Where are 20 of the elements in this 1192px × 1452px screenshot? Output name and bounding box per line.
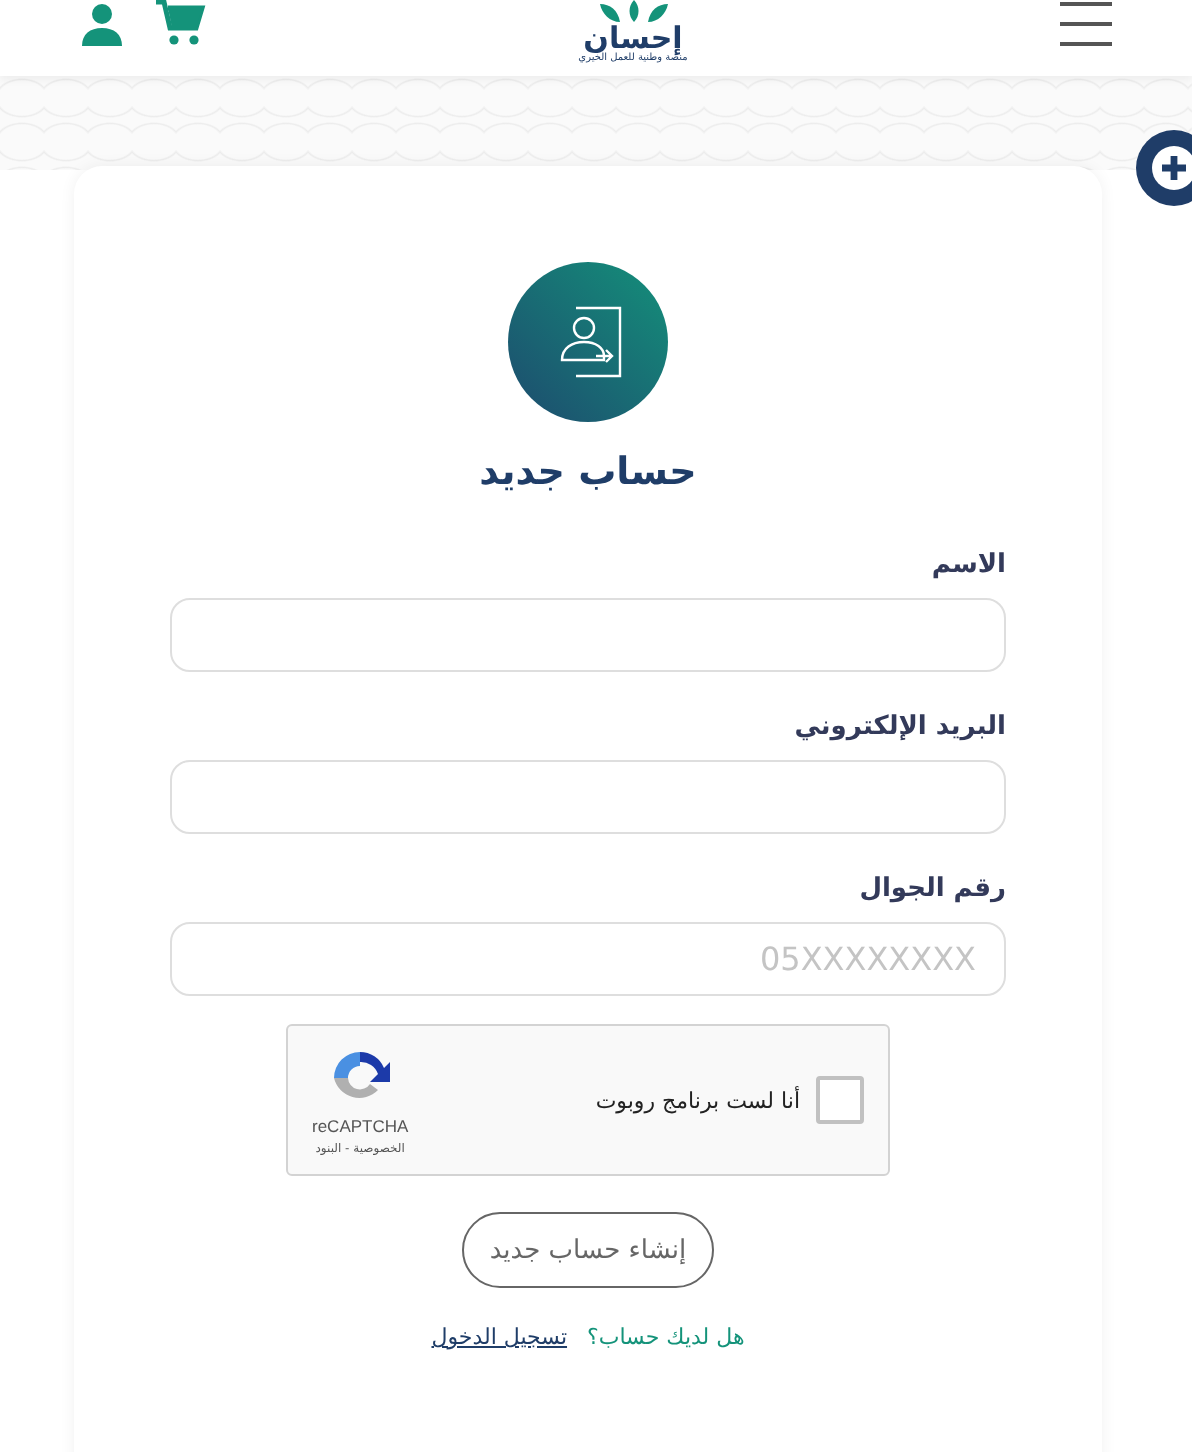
logo-name: إحسان [583,24,683,52]
user-door-icon [508,262,668,422]
field-label: البريد الإلكتروني [794,712,1006,742]
create-account-button[interactable]: إنشاء حساب جديد [461,1212,715,1288]
recaptcha-brand: reCAPTCHA [312,1115,409,1135]
menu-icon[interactable] [1060,2,1112,46]
add-button[interactable] [1136,130,1192,206]
input-field[interactable] [170,760,1006,834]
login-link[interactable]: تسجيل الدخول [431,1324,568,1350]
field-label: الاسم [931,550,1006,580]
field-label: رقم الجوال [859,874,1006,904]
input-field[interactable] [170,598,1006,672]
input-field[interactable]: 05XXXXXXXX [170,922,1006,996]
cart-icon[interactable] [154,0,206,50]
user-icon[interactable] [78,0,126,48]
leaves-icon [597,0,669,24]
form-title: حساب جديد [479,450,697,494]
checkbox[interactable] [816,1076,864,1124]
checkbox-label: أنا لست برنامج روبوت [595,1087,800,1113]
login-question: هل لديك حساب؟ [587,1324,745,1350]
